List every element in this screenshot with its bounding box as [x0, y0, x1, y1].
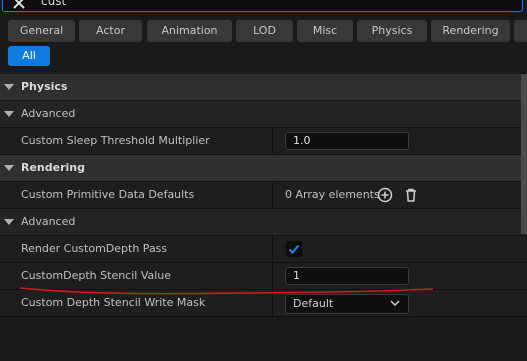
category-rendering[interactable]: Rendering [0, 155, 527, 182]
search-input[interactable]: cust [2, 0, 523, 12]
property-row-render-customdepth: Render CustomDepth Pass [0, 236, 527, 263]
subcategory-label: Advanced [21, 107, 76, 120]
property-label: Custom Primitive Data Defaults [21, 188, 195, 201]
add-element-icon[interactable] [377, 187, 393, 203]
search-text: cust [41, 0, 67, 8]
filter-tab-general[interactable]: General [8, 20, 75, 42]
filter-tab-more[interactable] [514, 20, 527, 42]
property-row-stencil-value: CustomDepth Stencil Value 1 [0, 263, 527, 290]
expand-arrow-icon[interactable] [4, 84, 14, 90]
stencil-value-input[interactable]: 1 [285, 267, 409, 285]
close-icon[interactable] [11, 0, 27, 11]
chevron-down-icon [390, 300, 400, 307]
filter-tab-lod[interactable]: LOD [236, 20, 293, 42]
column-divider[interactable] [272, 290, 273, 316]
property-label: Custom Sleep Threshold Multiplier [21, 134, 210, 147]
checkmark-icon [288, 244, 300, 254]
filter-tab-physics[interactable]: Physics [357, 20, 427, 42]
property-label: Render CustomDepth Pass [21, 242, 168, 255]
filter-tab-misc[interactable]: Misc [297, 20, 353, 42]
column-divider[interactable] [272, 128, 273, 154]
expand-arrow-icon[interactable] [4, 165, 14, 171]
subcategory-physics-advanced[interactable]: Advanced [0, 101, 527, 128]
column-divider[interactable] [272, 182, 273, 208]
property-label: Custom Depth Stencil Write Mask [21, 296, 206, 309]
render-customdepth-checkbox[interactable] [286, 241, 302, 257]
array-count: 0 Array elements [285, 188, 380, 201]
stencil-write-mask-dropdown[interactable]: Default [285, 294, 409, 314]
property-row-primitive-data: Custom Primitive Data Defaults 0 Array e… [0, 182, 527, 209]
subcategory-label: Advanced [21, 215, 76, 228]
expand-arrow-icon[interactable] [4, 111, 14, 117]
filter-tab-rendering[interactable]: Rendering [431, 20, 510, 42]
sleep-threshold-input[interactable]: 1.0 [285, 132, 409, 150]
category-label: Physics [21, 80, 68, 93]
column-divider[interactable] [272, 263, 273, 289]
filter-tab-animation[interactable]: Animation [147, 20, 232, 42]
filter-tab-all[interactable]: All [8, 46, 50, 66]
filter-tab-actor[interactable]: Actor [79, 20, 142, 42]
property-row-sleep-threshold: Custom Sleep Threshold Multiplier 1.0 [0, 128, 527, 155]
category-physics[interactable]: Physics [0, 74, 527, 101]
subcategory-rendering-advanced[interactable]: Advanced [0, 209, 527, 236]
trash-icon[interactable] [403, 187, 419, 203]
property-label: CustomDepth Stencil Value [21, 269, 172, 282]
category-label: Rendering [21, 161, 85, 174]
scrollbar[interactable] [521, 74, 527, 234]
dropdown-value: Default [293, 297, 334, 310]
expand-arrow-icon[interactable] [4, 219, 14, 225]
property-row-stencil-write-mask: Custom Depth Stencil Write Mask Default [0, 290, 527, 317]
column-divider[interactable] [272, 236, 273, 262]
